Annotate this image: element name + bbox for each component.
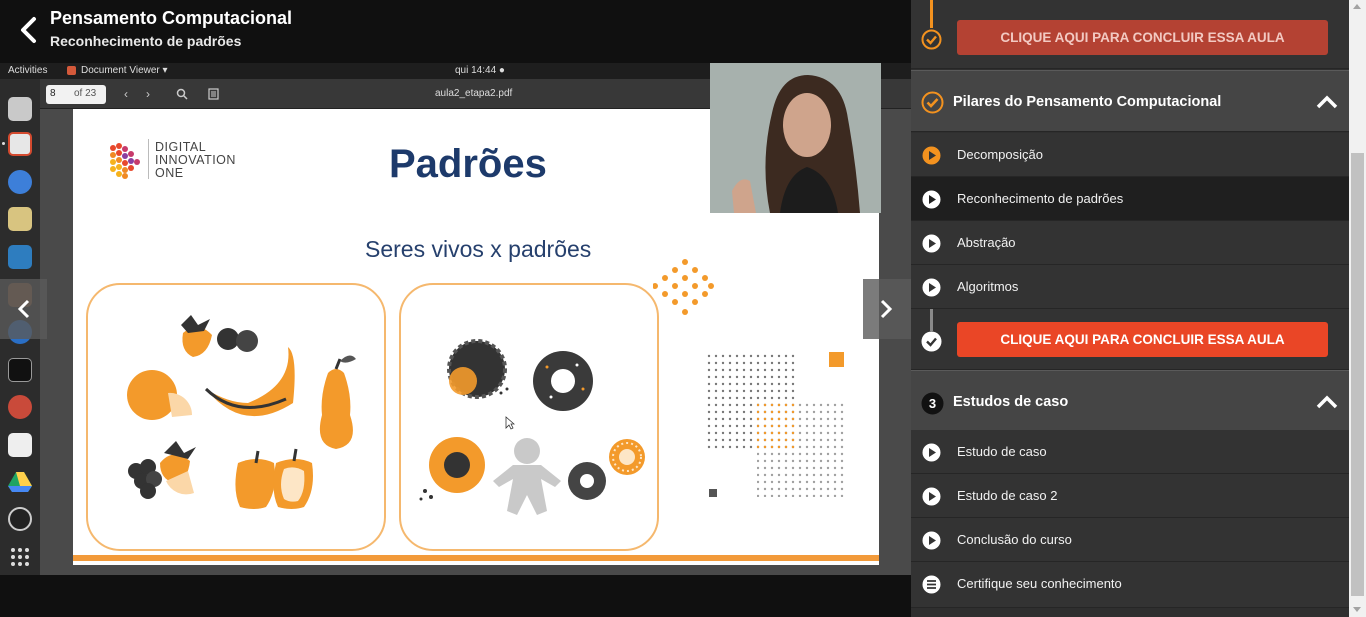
- page-total: of 23: [74, 88, 97, 99]
- lesson-item-conclusao[interactable]: Conclusão do curso: [911, 518, 1349, 562]
- obs-icon: [8, 507, 32, 531]
- section-number: 3: [929, 396, 936, 411]
- section-title: Pilares do Pensamento Computacional: [953, 94, 1222, 110]
- dio-logo-text: DIGITAL INNOVATION ONE: [155, 140, 236, 180]
- lesson-label: Algoritmos: [957, 279, 1019, 294]
- fruits-illustration: [127, 315, 356, 509]
- section-number-badge: 3: [921, 392, 944, 415]
- writer-icon: [8, 245, 32, 269]
- app-root: Pensamento Computacional Reconhecimento …: [0, 0, 1366, 617]
- document-viewer-app-icon: [67, 66, 76, 75]
- logo-separator: [148, 139, 149, 179]
- living-beings-panel: [86, 283, 386, 551]
- player-bottom-bar: [0, 575, 911, 617]
- lesson-label: Estudo de caso 2: [957, 488, 1058, 503]
- play-circle-icon: [922, 278, 941, 297]
- list-circle-icon: [922, 575, 941, 594]
- course-sidebar: CLIQUE AQUI PARA CONCLUIR ESSA AULA Pila…: [911, 0, 1349, 617]
- previous-page-icon[interactable]: ‹: [124, 87, 128, 101]
- play-circle-icon: [922, 443, 941, 462]
- slide-bottom-rule: [73, 555, 879, 561]
- complete-lesson-row: CLIQUE AQUI PARA CONCLUIR ESSA AULA: [911, 309, 1349, 370]
- section-header-estudos[interactable]: 3 Estudos de caso: [911, 370, 1349, 431]
- rhythmbox-icon: [8, 207, 32, 231]
- scrollbar-thumb[interactable]: [1351, 153, 1364, 596]
- lesson-label: Reconhecimento de padrões: [957, 191, 1124, 206]
- running-indicator: [2, 142, 5, 145]
- slide-title: Padrões: [389, 142, 547, 186]
- lesson-subtitle: Reconhecimento de padrões: [50, 33, 242, 49]
- show-apps-icon: [8, 545, 32, 569]
- donuts-illustration: [419, 339, 645, 515]
- course-header: Pensamento Computacional Reconhecimento …: [0, 0, 911, 63]
- decorative-square: [709, 489, 717, 497]
- page-number: 8: [50, 88, 56, 99]
- lesson-label: Abstração: [957, 235, 1016, 250]
- sidebar-toggle-icon[interactable]: [208, 88, 219, 100]
- chevron-left-icon: [21, 17, 36, 43]
- lesson-item-algoritmos[interactable]: Algoritmos: [911, 265, 1349, 309]
- terminal-icon: [8, 358, 32, 382]
- scroll-up-arrow-icon[interactable]: [1353, 4, 1361, 9]
- google-drive-icon: [8, 470, 32, 494]
- progress-rail-pending: [930, 309, 933, 331]
- chevron-right-icon: [880, 299, 893, 319]
- play-circle-icon: [922, 531, 941, 550]
- activities-label: Activities: [8, 65, 48, 76]
- video-player[interactable]: Activities Document Viewer ▾ qui 14:44 ●: [0, 63, 911, 575]
- lesson-item-abstracao[interactable]: Abstração: [911, 221, 1349, 265]
- next-page-icon[interactable]: ›: [146, 87, 150, 101]
- check-circle-icon: [921, 331, 942, 352]
- instructor-portrait: [710, 63, 881, 213]
- lesson-label: Estudo de caso: [957, 444, 1047, 459]
- search-icon[interactable]: [176, 88, 188, 100]
- previous-slide-button[interactable]: [0, 279, 47, 339]
- chevron-up-icon: [1316, 95, 1338, 109]
- sidebar-scrollbar[interactable]: [1349, 0, 1366, 617]
- scroll-down-arrow-icon[interactable]: [1353, 607, 1361, 612]
- progress-rail: [930, 0, 933, 28]
- complete-lesson-button-top[interactable]: CLIQUE AQUI PARA CONCLUIR ESSA AULA: [957, 20, 1328, 55]
- complete-lesson-button[interactable]: CLIQUE AQUI PARA CONCLUIR ESSA AULA: [957, 322, 1328, 357]
- page-number-field[interactable]: 8 of 23: [46, 85, 106, 104]
- instructor-webcam: [710, 63, 881, 213]
- lesson-label: Certifique seu conhecimento: [957, 576, 1122, 591]
- section-title: Estudos de caso: [953, 394, 1069, 410]
- check-circle-icon: [921, 29, 942, 50]
- course-title: Pensamento Computacional: [50, 8, 293, 28]
- document-filename: aula2_etapa2.pdf: [435, 88, 513, 99]
- dio-logo-icon: [110, 143, 140, 179]
- lesson-label: Conclusão do curso: [957, 532, 1072, 547]
- mouse-cursor-icon: [505, 416, 515, 430]
- thunderbird-icon: [8, 170, 32, 194]
- text-editor-icon: [8, 433, 32, 457]
- lesson-item-certifique[interactable]: Certifique seu conhecimento: [911, 562, 1349, 608]
- play-circle-icon: [922, 146, 941, 165]
- settings-icon: [8, 395, 32, 419]
- play-circle-icon: [922, 234, 941, 253]
- lesson-item-reconhecimento[interactable]: Reconhecimento de padrões: [911, 177, 1349, 221]
- lesson-item-estudo-de-caso-2[interactable]: Estudo de caso 2: [911, 474, 1349, 518]
- slide-subtitle: Seres vivos x padrões: [365, 236, 592, 262]
- play-circle-icon: [922, 487, 941, 506]
- patterns-panel: [399, 283, 659, 551]
- dot-grid-pattern: [707, 354, 847, 497]
- check-circle-icon: [921, 91, 944, 114]
- play-circle-icon: [922, 190, 941, 209]
- chevron-left-icon: [17, 299, 30, 319]
- section-header-pilares[interactable]: Pilares do Pensamento Computacional: [911, 70, 1349, 132]
- complete-lesson-row-top: CLIQUE AQUI PARA CONCLUIR ESSA AULA: [911, 0, 1349, 69]
- chevron-up-icon: [1316, 395, 1338, 409]
- app-name-label: Document Viewer ▾: [81, 65, 168, 76]
- back-button[interactable]: [12, 14, 46, 46]
- lesson-item-estudo-de-caso[interactable]: Estudo de caso: [911, 430, 1349, 474]
- next-slide-button[interactable]: [863, 279, 911, 339]
- files-drawer-icon: [8, 97, 32, 121]
- document-viewer-icon: [8, 132, 32, 156]
- lesson-item-decomposicao[interactable]: Decomposição: [911, 133, 1349, 177]
- clock-label: qui 14:44 ●: [455, 65, 505, 76]
- lesson-label: Decomposição: [957, 147, 1043, 162]
